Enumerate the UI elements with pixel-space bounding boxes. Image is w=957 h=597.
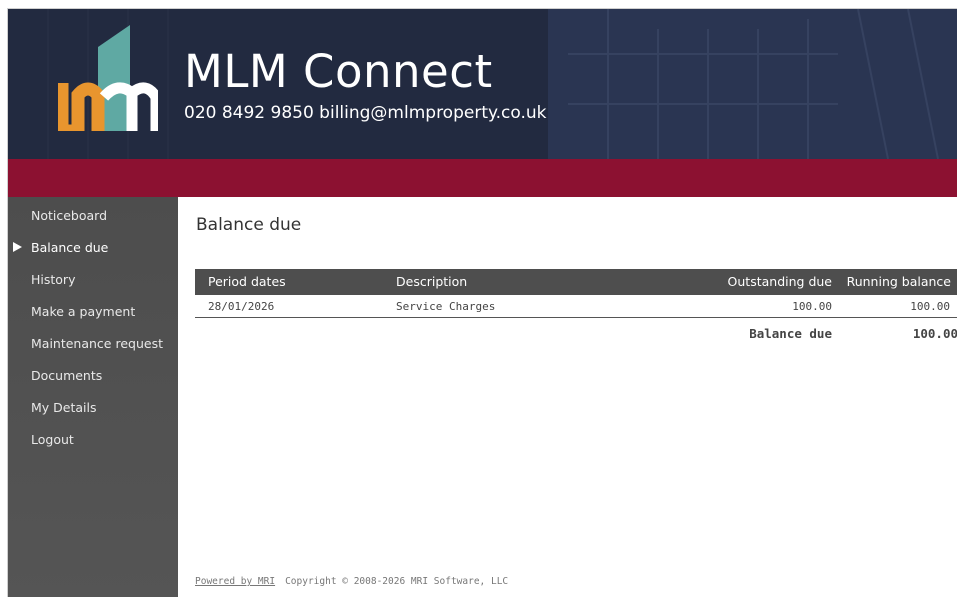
- sidebar-item-label: Noticeboard: [31, 208, 108, 223]
- mlm-logo: [58, 25, 158, 131]
- copyright-text: Copyright © 2008-2026 MRI Software, LLC: [285, 576, 509, 587]
- powered-by-link[interactable]: Powered by MRI: [195, 576, 275, 587]
- column-header-description: Description: [396, 274, 468, 289]
- total-value: 100.00: [912, 326, 957, 341]
- page-title: Balance due: [196, 215, 302, 235]
- sidebar-item-maintenance-request[interactable]: Maintenance request: [8, 332, 178, 356]
- sidebar-nav: Noticeboard Balance due History Make a p…: [8, 197, 178, 597]
- total-label: Balance due: [749, 326, 832, 341]
- footer: Powered by MRI Copyright © 2008-2026 MRI …: [195, 576, 508, 587]
- contact-details: 020 8492 9850 billing@mlmproperty.co.uk: [184, 103, 547, 123]
- column-header-outstanding-due: Outstanding due: [727, 274, 832, 289]
- sidebar-item-label: Balance due: [31, 240, 109, 255]
- column-header-running-balance: Running balance: [846, 274, 951, 289]
- sidebar-item-label: Documents: [31, 368, 103, 383]
- sidebar-item-logout[interactable]: Logout: [8, 428, 178, 452]
- page: MLM Connect 020 8492 9850 billing@mlmpro…: [7, 8, 957, 597]
- sidebar-item-label: Logout: [31, 432, 74, 447]
- sidebar-item-label: My Details: [31, 400, 97, 415]
- sidebar-item-label: Make a payment: [31, 304, 136, 319]
- sidebar-item-documents[interactable]: Documents: [8, 364, 178, 388]
- sidebar-item-history[interactable]: History: [8, 268, 178, 292]
- cell-running: 100.00: [910, 300, 950, 313]
- app-title: MLM Connect: [184, 45, 493, 98]
- cell-outstanding: 100.00: [792, 300, 832, 313]
- sidebar-item-label: History: [31, 272, 76, 287]
- sidebar-item-balance-due[interactable]: Balance due: [8, 236, 178, 260]
- accent-bar: [8, 159, 957, 197]
- cell-description: Service Charges: [396, 300, 496, 313]
- header-banner: MLM Connect 020 8492 9850 billing@mlmpro…: [8, 9, 957, 159]
- sidebar-item-my-details[interactable]: My Details: [8, 396, 178, 420]
- column-header-period-dates: Period dates: [208, 274, 286, 289]
- sidebar-item-label: Maintenance request: [31, 336, 163, 351]
- sidebar-item-noticeboard[interactable]: Noticeboard: [8, 204, 178, 228]
- table-header: Period dates Description Outstanding due…: [195, 269, 957, 295]
- cell-period: 28/01/2026: [208, 300, 275, 313]
- active-arrow-icon: [13, 242, 22, 252]
- sidebar-item-make-a-payment[interactable]: Make a payment: [8, 300, 178, 324]
- table-row: 28/01/2026 Service Charges 100.00 100.00: [195, 295, 957, 318]
